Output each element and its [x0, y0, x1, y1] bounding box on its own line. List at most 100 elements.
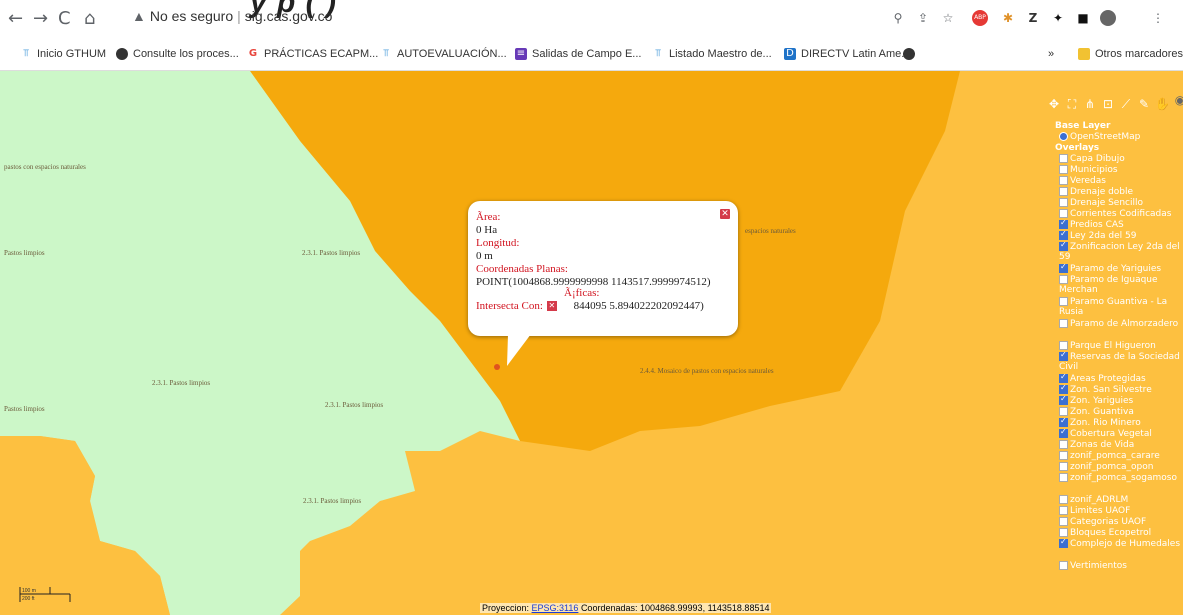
checkbox-icon[interactable]	[1059, 165, 1068, 174]
checkbox-icon[interactable]	[1059, 462, 1068, 471]
bookmark-salidas[interactable]: ≡ Salidas de Campo E...	[515, 48, 641, 60]
checkbox-icon[interactable]	[1059, 218, 1068, 229]
overlay-item[interactable]: Ley 2da del 59	[1059, 229, 1183, 241]
overlay-item[interactable]: Predios CAS	[1059, 218, 1183, 230]
bookmark-practicas[interactable]: G PRÁCTICAS ECAPM...	[247, 48, 378, 60]
bookmark-inicio-gthum[interactable]: ⫪ Inicio GTHUM	[20, 48, 106, 60]
radio-icon[interactable]	[1059, 132, 1068, 141]
checkbox-icon[interactable]	[1059, 561, 1068, 570]
map-canvas[interactable]: pastos con espacios naturales Pastos lim…	[0, 71, 1183, 615]
measure-line-icon[interactable]: ⋔	[1083, 97, 1097, 111]
overlay-item[interactable]: Zon. Rio Minero	[1059, 416, 1183, 428]
checkbox-icon[interactable]	[1059, 350, 1068, 361]
extension-window-icon[interactable]: ■	[1075, 10, 1091, 26]
checkbox-icon[interactable]	[1059, 154, 1068, 163]
checkbox-icon[interactable]	[1059, 473, 1068, 482]
measure-area-icon[interactable]: ⛶	[1065, 97, 1079, 111]
overlay-item[interactable]: Zon. Yariguies	[1059, 394, 1183, 406]
checkbox-icon[interactable]	[1059, 495, 1068, 504]
checkbox-icon[interactable]	[1059, 229, 1068, 240]
overlay-item[interactable]: Limites UAOF	[1059, 506, 1183, 516]
overlay-item[interactable]: Veredas	[1059, 176, 1183, 186]
extension-z-icon[interactable]: Z	[1025, 10, 1041, 26]
overlay-item[interactable]: Bloques Ecopetrol	[1059, 528, 1183, 538]
overlay-item[interactable]: Zon. Guantiva	[1059, 407, 1183, 417]
overlay-item[interactable]: Drenaje doble	[1059, 187, 1183, 197]
overlay-item[interactable]: Paramo Guantiva - La Rusia	[1059, 297, 1183, 317]
overlay-item[interactable]: Vertimientos	[1059, 561, 1183, 571]
checkbox-icon[interactable]	[1059, 407, 1068, 416]
bookmark-autoevaluacion[interactable]: ⫪ AUTOEVALUACIÓN...	[380, 48, 506, 60]
checkbox-icon[interactable]	[1059, 528, 1068, 537]
draw-polygon-icon[interactable]: ⊡	[1101, 97, 1115, 111]
checkbox-icon[interactable]	[1059, 440, 1068, 449]
overlay-item[interactable]: zonif_pomca_carare	[1059, 451, 1183, 461]
checkbox-icon[interactable]	[1059, 394, 1068, 405]
checkbox-icon[interactable]	[1059, 297, 1068, 306]
overlay-item[interactable]: Parque El Higueron	[1059, 341, 1183, 351]
back-icon[interactable]: ←	[8, 8, 23, 29]
bookmark-directv[interactable]: D DIRECTV Latin Ame...	[784, 48, 910, 60]
checkbox-icon[interactable]	[1059, 506, 1068, 515]
pan-icon[interactable]: ✥	[1047, 97, 1061, 111]
checkbox-icon[interactable]	[1059, 209, 1068, 218]
overlay-item[interactable]: Zonas de Vida	[1059, 440, 1183, 450]
overlay-item[interactable]: Paramo de Iguaque Merchan	[1059, 275, 1183, 295]
intersect-close-icon[interactable]: ✕	[546, 301, 557, 312]
checkbox-icon[interactable]	[1059, 517, 1068, 526]
overlay-item[interactable]: Capa Dibujo	[1059, 154, 1183, 164]
reload-icon[interactable]: C	[58, 8, 71, 29]
overlay-item[interactable]: Corrientes Codificadas	[1059, 209, 1183, 219]
overlay-item[interactable]: Zonificacion Ley 2da del 59	[1059, 240, 1183, 262]
forward-icon[interactable]: →	[33, 8, 48, 29]
checkbox-icon[interactable]	[1059, 341, 1068, 350]
projection-link[interactable]: EPSG:3116	[532, 603, 579, 613]
address-bar[interactable]: ▲ No es seguro | sig.cas.gov.co	[132, 8, 332, 24]
overlay-item[interactable]: Cobertura Vegetal	[1059, 427, 1183, 439]
home-icon[interactable]: ⌂	[84, 8, 95, 29]
other-bookmarks[interactable]: Otros marcadores	[1078, 48, 1183, 60]
bookmark-listado[interactable]: ⫪ Listado Maestro de...	[652, 48, 772, 60]
checkbox-icon[interactable]	[1059, 451, 1068, 460]
extension-bug-icon[interactable]: ✱	[1000, 10, 1016, 26]
overlay-item[interactable]: Reservas de la Sociedad Civil	[1059, 350, 1183, 372]
checkbox-icon[interactable]	[1059, 176, 1068, 185]
extension-pin-icon[interactable]: ✦	[1050, 10, 1066, 26]
select-icon[interactable]: ✋	[1155, 97, 1170, 111]
overlay-item[interactable]: Complejo de Humedales	[1059, 537, 1183, 549]
checkbox-icon[interactable]	[1059, 240, 1068, 251]
bookmark-consulte[interactable]: Consulte los proces...	[116, 48, 239, 60]
base-layer-option[interactable]: OpenStreetMap	[1059, 132, 1183, 142]
checkbox-icon[interactable]	[1059, 372, 1068, 383]
checkbox-icon[interactable]	[1059, 262, 1068, 273]
overlay-item[interactable]: Categorias UAOF	[1059, 517, 1183, 527]
close-popup-icon[interactable]: ✕	[720, 209, 730, 219]
bookmark-globe[interactable]	[903, 48, 920, 60]
checkbox-icon[interactable]	[1059, 187, 1068, 196]
checkbox-icon[interactable]	[1059, 427, 1068, 438]
overlay-item[interactable]: Paramo de Almorzadero	[1059, 319, 1183, 329]
checkbox-icon[interactable]	[1059, 198, 1068, 207]
checkbox-icon[interactable]	[1059, 416, 1068, 427]
overlay-item[interactable]: Areas Protegidas	[1059, 372, 1183, 384]
adblock-icon[interactable]: ABP	[972, 10, 988, 26]
overlay-item[interactable]: zonif_pomca_sogamoso	[1059, 473, 1183, 483]
share-icon[interactable]: ⇪	[915, 10, 931, 26]
overlay-item[interactable]: zonif_pomca_opon	[1059, 462, 1183, 472]
overlay-item[interactable]: Paramo de Yariguies	[1059, 262, 1183, 274]
checkbox-icon[interactable]	[1059, 319, 1068, 328]
draw-point-icon[interactable]: ✎	[1137, 97, 1151, 111]
collapse-switcher-icon[interactable]: ◉	[1173, 93, 1183, 107]
browser-menu-icon[interactable]: ⋮	[1150, 10, 1166, 26]
overlay-item[interactable]: zonif_ADRLM	[1059, 495, 1183, 505]
overlay-item[interactable]: Zon. San Silvestre	[1059, 383, 1183, 395]
overlay-item[interactable]: Municipios	[1059, 165, 1183, 175]
overlay-item[interactable]: Drenaje Sencillo	[1059, 198, 1183, 208]
bookmarks-overflow[interactable]: »	[1048, 48, 1054, 60]
checkbox-icon[interactable]	[1059, 537, 1068, 548]
draw-line-icon[interactable]: ⟋	[1119, 97, 1133, 111]
checkbox-icon[interactable]	[1059, 275, 1068, 284]
bookmark-star-icon[interactable]: ☆	[940, 10, 956, 26]
profile-avatar[interactable]	[1100, 10, 1116, 26]
checkbox-icon[interactable]	[1059, 383, 1068, 394]
